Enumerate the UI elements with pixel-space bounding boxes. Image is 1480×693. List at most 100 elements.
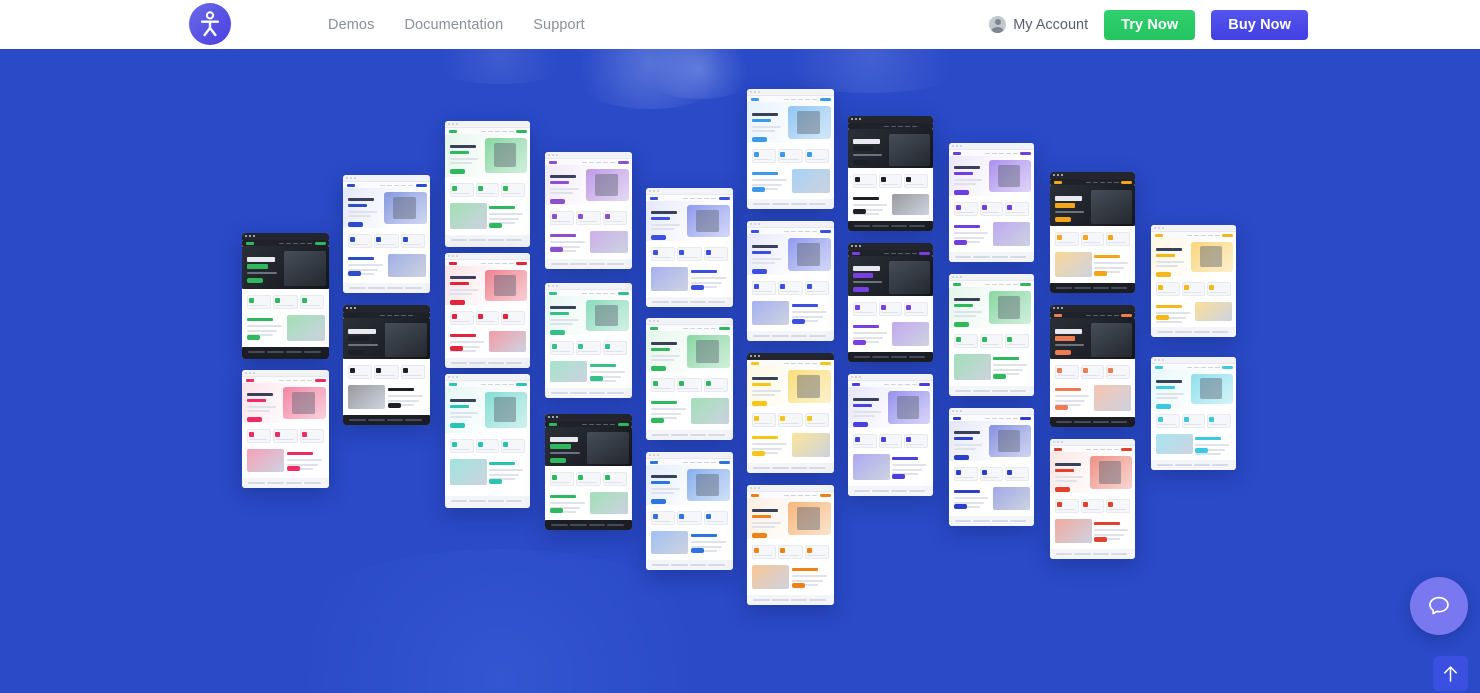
demo-thumbnail[interactable] <box>848 374 933 496</box>
thumbnail-browser-bar <box>848 243 933 250</box>
thumbnail-preview <box>1151 232 1236 337</box>
demo-thumbnail[interactable] <box>1151 225 1236 337</box>
thumbnail-preview <box>343 312 430 425</box>
thumbnail-browser-bar <box>343 175 430 182</box>
thumbnail-preview <box>1050 312 1135 427</box>
buy-now-button[interactable]: Buy Now <box>1211 9 1308 40</box>
thumbnail-browser-bar <box>242 233 329 240</box>
demo-thumbnail[interactable] <box>242 370 329 488</box>
thumbnail-preview <box>545 290 632 398</box>
thumbnail-browser-bar <box>445 121 530 128</box>
help-chat-button[interactable] <box>1410 577 1468 635</box>
thumbnail-browser-bar <box>1050 439 1135 446</box>
thumbnail-preview <box>848 250 933 362</box>
nav-item-demos[interactable]: Demos <box>328 17 374 33</box>
demo-thumbnail[interactable] <box>747 221 834 341</box>
demo-thumbnail[interactable] <box>343 175 430 293</box>
my-account-link[interactable]: My Account <box>989 16 1088 33</box>
thumbnail-browser-bar <box>545 152 632 159</box>
thumbnail-preview <box>747 96 834 209</box>
thumbnail-browser-bar <box>646 188 733 195</box>
demo-thumbnail[interactable] <box>445 253 530 368</box>
thumbnail-browser-bar <box>545 414 632 421</box>
thumbnail-preview <box>1151 364 1236 470</box>
thumbnail-preview <box>848 123 933 231</box>
thumbnail-browser-bar <box>747 485 834 492</box>
thumbnail-browser-bar <box>949 408 1034 415</box>
header-actions: My Account Try Now Buy Now <box>989 0 1308 49</box>
user-avatar-icon <box>989 16 1007 33</box>
thumbnail-browser-bar <box>646 318 733 325</box>
nav-item-documentation[interactable]: Documentation <box>404 17 503 33</box>
thumbnail-browser-bar <box>1050 305 1135 312</box>
thumbnail-preview <box>545 421 632 530</box>
hero-section <box>0 49 1480 693</box>
thumbnail-preview <box>747 228 834 341</box>
demo-thumbnail[interactable] <box>949 408 1034 526</box>
thumbnail-browser-bar <box>1151 357 1236 364</box>
demo-thumbnail[interactable] <box>646 452 733 570</box>
thumbnail-preview <box>747 360 834 473</box>
thumbnail-browser-bar <box>242 370 329 377</box>
demo-thumbnail[interactable] <box>545 283 632 398</box>
thumbnail-browser-bar <box>949 143 1034 150</box>
thumbnail-browser-bar <box>747 353 834 360</box>
demo-thumbnail[interactable] <box>545 152 632 269</box>
thumbnail-preview <box>1050 446 1135 559</box>
demo-thumbnail[interactable] <box>1050 439 1135 559</box>
demo-thumbnail[interactable] <box>1050 172 1135 293</box>
thumbnail-browser-bar <box>949 274 1034 281</box>
thumbnail-preview <box>1050 179 1135 293</box>
demo-thumbnail[interactable] <box>949 143 1034 262</box>
thumbnail-browser-bar <box>1151 225 1236 232</box>
scroll-to-top-button[interactable] <box>1433 656 1468 691</box>
thumbnail-browser-bar <box>343 305 430 312</box>
thumbnail-preview <box>646 459 733 570</box>
thumbnail-browser-bar <box>747 221 834 228</box>
thumbnail-browser-bar <box>747 89 834 96</box>
demo-thumbnail[interactable] <box>545 414 632 530</box>
theme-logo-icon[interactable] <box>189 3 231 45</box>
thumbnail-browser-bar <box>445 374 530 381</box>
demo-thumbnail[interactable] <box>343 305 430 425</box>
demo-thumbnail[interactable] <box>747 89 834 209</box>
thumbnail-preview <box>242 377 329 488</box>
thumbnail-preview <box>646 195 733 307</box>
thumbnail-preview <box>445 381 530 508</box>
arrow-up-icon <box>1444 665 1457 682</box>
thumbnail-browser-bar <box>848 374 933 381</box>
thumbnail-preview <box>949 150 1034 262</box>
thumbnail-preview <box>949 415 1034 526</box>
demo-thumbnail[interactable] <box>848 243 933 362</box>
chat-bubble-icon <box>1429 596 1449 615</box>
thumbnail-browser-bar <box>848 116 933 123</box>
demo-thumbnail[interactable] <box>646 188 733 307</box>
demo-thumbnail[interactable] <box>848 116 933 231</box>
thumbnail-browser-bar <box>445 253 530 260</box>
demo-thumbnail[interactable] <box>1050 305 1135 427</box>
demo-thumbnail[interactable] <box>445 121 530 247</box>
thumbnail-browser-bar <box>1050 172 1135 179</box>
try-now-button[interactable]: Try Now <box>1104 9 1196 40</box>
thumbnail-preview <box>445 260 530 368</box>
thumbnail-preview <box>646 325 733 440</box>
nav-item-support[interactable]: Support <box>533 17 585 33</box>
thumbnail-preview <box>343 182 430 293</box>
main-navigation: Demos Documentation Support <box>328 0 585 49</box>
thumbnail-preview <box>545 159 632 269</box>
demo-thumbnail[interactable] <box>1151 357 1236 470</box>
site-header: Demos Documentation Support My Account T… <box>0 0 1480 49</box>
demo-thumbnail[interactable] <box>949 274 1034 396</box>
thumbnail-browser-bar <box>545 283 632 290</box>
thumbnail-preview <box>848 381 933 496</box>
demo-thumbnail[interactable] <box>646 318 733 440</box>
thumbnail-preview <box>445 128 530 247</box>
thumbnail-preview <box>949 281 1034 396</box>
demo-thumbnail[interactable] <box>747 485 834 605</box>
demo-thumbnail[interactable] <box>445 374 530 508</box>
thumbnail-preview <box>242 240 329 359</box>
demo-thumbnail[interactable] <box>242 233 329 359</box>
thumbnail-preview <box>747 492 834 605</box>
demo-thumbnail[interactable] <box>747 353 834 473</box>
demo-thumbnail-collage <box>0 49 1480 693</box>
